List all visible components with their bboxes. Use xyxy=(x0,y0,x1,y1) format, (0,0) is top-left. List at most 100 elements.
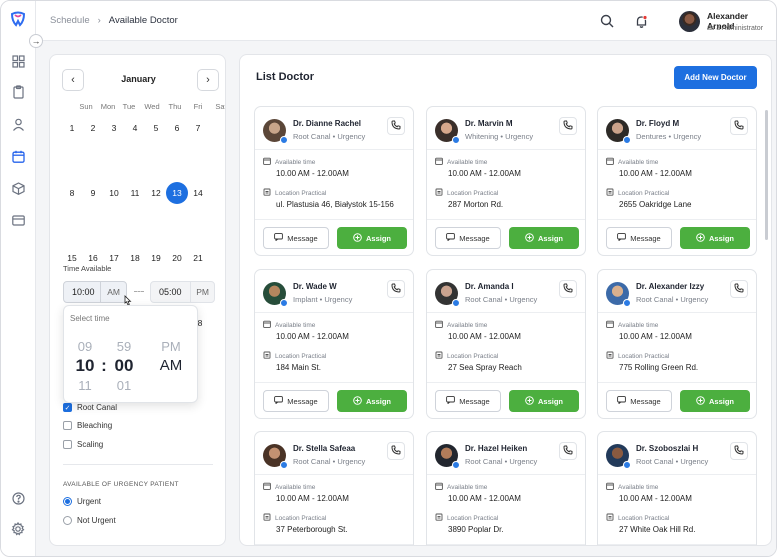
message-button[interactable]: Message xyxy=(263,390,329,412)
calendar-day[interactable]: 9 xyxy=(82,182,104,204)
search-icon[interactable] xyxy=(600,14,616,30)
treatment-checkbox-scaling[interactable]: Scaling xyxy=(63,440,103,449)
calendar-day[interactable]: 6 xyxy=(166,117,188,139)
call-button[interactable] xyxy=(559,280,577,298)
doctor-name[interactable]: Dr. Wade W xyxy=(293,282,337,291)
doctor-card[interactable]: Dr. Szoboszlai H Root Canal • Urgency Avai… xyxy=(597,431,757,545)
doctor-name[interactable]: Dr. Alexander Izzy xyxy=(636,282,704,291)
calendar-day[interactable]: 1 xyxy=(61,117,83,139)
end-time-input[interactable]: 05:00 PM xyxy=(150,281,215,303)
calendar-day[interactable]: 2 xyxy=(82,117,104,139)
assign-button[interactable]: Assign xyxy=(509,227,579,249)
assign-button[interactable]: Assign xyxy=(680,390,750,412)
call-button[interactable] xyxy=(387,280,405,298)
box-icon[interactable] xyxy=(9,179,27,197)
call-button[interactable] xyxy=(730,442,748,460)
doctor-name[interactable]: Dr. Hazel Heiken xyxy=(465,444,527,453)
calendar-day[interactable]: 20 xyxy=(166,247,188,269)
start-time-input[interactable]: 10:00 AM xyxy=(63,281,127,303)
checkbox-checked-icon[interactable]: ✓ xyxy=(63,403,72,412)
picker-hour-option[interactable]: 09 xyxy=(75,339,95,354)
doctor-card[interactable]: Dr. Floyd M Dentures • Urgency Available t… xyxy=(597,106,757,256)
calendar-day[interactable]: 7 xyxy=(187,117,209,139)
calendar-icon[interactable] xyxy=(9,147,27,165)
doctor-name[interactable]: Dr. Marvin M xyxy=(465,119,513,128)
doctor-card[interactable]: Dr. Hazel Heiken Root Canal • Urgency Avai… xyxy=(426,431,586,545)
brand-logo-icon xyxy=(9,10,27,28)
assign-button[interactable]: Assign xyxy=(337,390,407,412)
checkbox-icon[interactable] xyxy=(63,440,72,449)
notification-bell-icon[interactable] xyxy=(634,14,650,30)
location-label-row: Location Practical xyxy=(435,513,498,523)
help-icon[interactable] xyxy=(9,489,27,507)
message-button[interactable]: Message xyxy=(263,227,329,249)
message-button[interactable]: Message xyxy=(435,390,501,412)
doctor-name[interactable]: Dr. Stella Safeaa xyxy=(293,444,355,453)
assign-button[interactable]: Assign xyxy=(509,390,579,412)
assign-button[interactable]: Assign xyxy=(337,227,407,249)
scrollbar[interactable] xyxy=(765,110,768,240)
user-avatar[interactable] xyxy=(679,11,700,32)
doctor-name[interactable]: Dr. Dianne Rachel xyxy=(293,119,361,128)
radio-icon[interactable] xyxy=(63,516,72,525)
urgency-radio-not-urgent[interactable]: Not Urgent xyxy=(63,516,116,525)
calendar-day[interactable]: 12 xyxy=(145,182,167,204)
calendar-day[interactable]: 10 xyxy=(103,182,125,204)
location-address: 287 Morton Rd. xyxy=(448,200,504,209)
collapse-toggle-button[interactable]: → xyxy=(29,34,43,48)
end-time-period[interactable]: PM xyxy=(190,282,214,302)
call-button[interactable] xyxy=(559,117,577,135)
calendar-day[interactable]: 4 xyxy=(124,117,146,139)
treatment-checkbox-bleaching[interactable]: Bleaching xyxy=(63,421,112,430)
checkbox-label: Bleaching xyxy=(77,421,113,430)
calendar-day[interactable]: 21 xyxy=(187,247,209,269)
picker-minute-selected[interactable]: 00 xyxy=(112,356,136,376)
document-icon xyxy=(606,513,614,523)
checkbox-icon[interactable] xyxy=(63,421,72,430)
user-icon[interactable] xyxy=(9,115,27,133)
calendar-day[interactable]: 18 xyxy=(124,247,146,269)
message-button[interactable]: Message xyxy=(606,390,672,412)
message-button[interactable]: Message xyxy=(606,227,672,249)
calendar-day[interactable]: 11 xyxy=(124,182,146,204)
doctor-name[interactable]: Dr. Amanda I xyxy=(465,282,514,291)
credit-card-icon[interactable] xyxy=(9,211,27,229)
call-button[interactable] xyxy=(730,117,748,135)
picker-period-option[interactable]: PM xyxy=(159,339,183,354)
doctor-card[interactable]: Dr. Dianne Rachel Root Canal • Urgency Ava… xyxy=(254,106,414,256)
call-button[interactable] xyxy=(730,280,748,298)
doctor-card[interactable]: Dr. Amanda I Root Canal • Urgency Availabl… xyxy=(426,269,586,419)
doctor-card[interactable]: Dr. Marvin M Whitening • Urgency Available… xyxy=(426,106,586,256)
settings-gear-icon[interactable] xyxy=(9,520,27,538)
assign-button[interactable]: Assign xyxy=(680,227,750,249)
picker-hour-option[interactable]: 11 xyxy=(75,378,95,392)
breadcrumb-parent[interactable]: Schedule xyxy=(50,15,90,26)
message-button[interactable]: Message xyxy=(435,227,501,249)
dashboard-grid-icon[interactable] xyxy=(9,52,27,70)
calendar-day[interactable]: 3 xyxy=(103,117,125,139)
doctor-card[interactable]: Dr. Alexander Izzy Root Canal • Urgency Av… xyxy=(597,269,757,419)
calendar-day[interactable]: 14 xyxy=(187,182,209,204)
radio-selected-icon[interactable] xyxy=(63,497,72,506)
calendar-day[interactable]: 19 xyxy=(145,247,167,269)
picker-hour-selected[interactable]: 10 xyxy=(74,356,96,376)
calendar-day[interactable]: 5 xyxy=(145,117,167,139)
add-new-doctor-button[interactable]: Add New Doctor xyxy=(674,66,757,89)
treatment-checkbox-root-canal[interactable]: ✓ Root Canal xyxy=(63,403,117,412)
time-label: Available time xyxy=(275,321,316,329)
clipboard-icon[interactable] xyxy=(9,83,27,101)
calendar-day-selected[interactable]: 13 xyxy=(166,182,188,204)
call-button[interactable] xyxy=(559,442,577,460)
doctor-name[interactable]: Dr. Szoboszlai H xyxy=(636,444,698,453)
picker-minute-option[interactable]: 01 xyxy=(113,378,135,392)
doctor-name[interactable]: Dr. Floyd M xyxy=(636,119,679,128)
urgency-radio-urgent[interactable]: Urgent xyxy=(63,497,101,506)
call-button[interactable] xyxy=(387,117,405,135)
doctor-card[interactable]: Dr. Stella Safeaa Root Canal • Urgency Ava… xyxy=(254,431,414,545)
picker-minute-option[interactable]: 59 xyxy=(113,339,135,354)
call-button[interactable] xyxy=(387,442,405,460)
next-month-button[interactable]: › xyxy=(197,69,219,91)
doctor-card[interactable]: Dr. Wade W Implant • Urgency Available tim… xyxy=(254,269,414,419)
picker-period-selected[interactable]: AM xyxy=(158,357,184,374)
calendar-day[interactable]: 8 xyxy=(61,182,83,204)
